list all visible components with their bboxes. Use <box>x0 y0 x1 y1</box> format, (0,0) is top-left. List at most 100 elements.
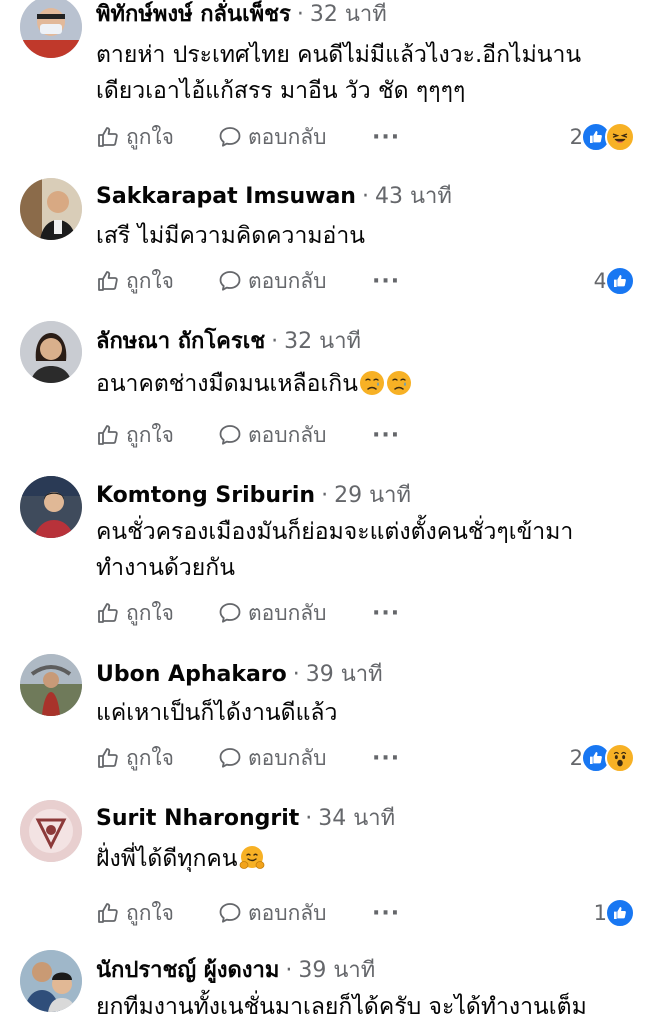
comment-actions: ถูกใจ ตอบกลับ ··· <box>96 121 400 153</box>
comment-actions: ถูกใจ ตอบกลับ ··· <box>96 419 400 451</box>
comment-actions: ถูกใจ ตอบกลับ ··· <box>96 265 400 297</box>
comment-header: Komtong Sriburin · 29 นาที <box>96 481 411 511</box>
crying-face-icon <box>386 371 411 395</box>
thumbs-up-icon <box>98 425 118 445</box>
like-button[interactable]: ถูกใจ <box>96 121 218 154</box>
like-button[interactable]: ถูกใจ <box>96 742 218 775</box>
hugging-face-icon <box>239 846 264 869</box>
comment-author[interactable]: Komtong Sriburin <box>96 483 315 508</box>
separator-dot: · <box>321 483 329 508</box>
comment-header: Surit Nharongrit · 34 นาที <box>96 804 395 834</box>
separator-dot: · <box>285 958 293 983</box>
like-label: ถูกใจ <box>126 600 174 625</box>
like-button[interactable]: ถูกใจ <box>96 897 218 930</box>
avatar[interactable] <box>20 654 82 716</box>
reply-label: ตอบกลับ <box>248 900 327 925</box>
separator-dot: · <box>271 329 279 354</box>
comment-header: พิทักษ์พงษ์ กลั่นเพ็ชร · 32 นาที <box>96 0 387 30</box>
more-options-button[interactable]: ··· <box>372 423 400 448</box>
wow-reaction-icon <box>605 743 635 773</box>
comment-text: ยกทีมงานทั้งเนชั่นมาเลยก็ได้ครับ จะได้ทำ… <box>96 989 636 1025</box>
comment-author[interactable]: นักปราชญ์ ผู้งดงาม <box>96 958 279 983</box>
comment-text-line: แค่เหาเป็นก็ได้งานดีแล้ว <box>96 700 338 726</box>
more-options-button[interactable]: ··· <box>372 269 400 294</box>
comment-timestamp[interactable]: 29 นาที <box>334 483 411 508</box>
avatar[interactable] <box>20 321 82 383</box>
reply-button[interactable]: ตอบกลับ <box>218 597 372 630</box>
comment-author[interactable]: Surit Nharongrit <box>96 806 299 831</box>
comment-timestamp[interactable]: 32 นาที <box>310 2 387 27</box>
comment-timestamp[interactable]: 39 นาที <box>306 662 383 687</box>
reply-button[interactable]: ตอบกลับ <box>218 897 372 930</box>
comment-header: ลักษณา ถักโครเช · 32 นาที <box>96 327 361 357</box>
comment-text: ฝั่งพี่ได้ดีทุกคน <box>96 841 636 877</box>
comment-text: แค่เหาเป็นก็ได้งานดีแล้ว <box>96 695 636 731</box>
comment-timestamp[interactable]: 34 นาที <box>318 806 395 831</box>
avatar[interactable] <box>20 950 82 1012</box>
comment-text-line: คนชั่วครองเมืองมันก็ย่อมจะแต่งตั้งคนชั่ว… <box>96 519 574 545</box>
comment-author[interactable]: ลักษณา ถักโครเช <box>96 329 265 354</box>
separator-dot: · <box>292 662 300 687</box>
comment-text-line: ตายห่า ประเทศไทย คนดีไม่มีแล้วไงวะ.อีกไม… <box>96 42 582 68</box>
speech-bubble-icon <box>219 127 241 147</box>
speech-bubble-icon <box>219 271 241 291</box>
comment-timestamp[interactable]: 32 นาที <box>284 329 361 354</box>
reaction-summary[interactable]: 4 <box>594 265 635 297</box>
comment-timestamp[interactable]: 39 นาที <box>298 958 375 983</box>
comment-header: Sakkarapat Imsuwan · 43 นาที <box>96 182 452 212</box>
avatar[interactable] <box>20 476 82 538</box>
comment-text-line: ทำงานด้วยกัน <box>96 555 235 581</box>
more-options-button[interactable]: ··· <box>372 901 400 926</box>
comment-text: คนชั่วครองเมืองมันก็ย่อมจะแต่งตั้งคนชั่ว… <box>96 514 636 586</box>
separator-dot: · <box>305 806 313 831</box>
comment-actions: ถูกใจ ตอบกลับ ··· <box>96 897 400 929</box>
thumbs-up-icon <box>98 603 118 623</box>
reply-label: ตอบกลับ <box>248 268 327 293</box>
like-label: ถูกใจ <box>126 268 174 293</box>
comment-author[interactable]: พิทักษ์พงษ์ กลั่นเพ็ชร <box>96 2 291 27</box>
like-label: ถูกใจ <box>126 745 174 770</box>
speech-bubble-icon <box>219 903 241 923</box>
comment-actions: ถูกใจ ตอบกลับ ··· <box>96 742 400 774</box>
avatar[interactable] <box>20 800 82 862</box>
more-options-button[interactable]: ··· <box>372 746 400 771</box>
comment-actions: ถูกใจ ตอบกลับ ··· <box>96 597 400 629</box>
more-options-button[interactable]: ··· <box>372 601 400 626</box>
like-reaction-icon <box>605 898 635 928</box>
separator-dot: · <box>361 184 369 209</box>
speech-bubble-icon <box>219 748 241 768</box>
avatar[interactable] <box>20 0 82 58</box>
ellipsis-icon: ··· <box>372 745 401 771</box>
reaction-summary[interactable]: 2 <box>570 121 635 153</box>
reaction-summary[interactable]: 1 <box>594 897 635 929</box>
like-button[interactable]: ถูกใจ <box>96 265 218 298</box>
like-button[interactable]: ถูกใจ <box>96 597 218 630</box>
comment-timestamp[interactable]: 43 นาที <box>375 184 452 209</box>
like-button[interactable]: ถูกใจ <box>96 419 218 452</box>
reaction-summary[interactable]: 2 <box>570 742 635 774</box>
comment-author[interactable]: Ubon Aphakaro <box>96 662 287 687</box>
like-label: ถูกใจ <box>126 900 174 925</box>
thumbs-up-icon <box>98 127 118 147</box>
separator-dot: · <box>296 2 304 27</box>
comment-text-line: ฝั่งพี่ได้ดีทุกคน <box>96 841 636 877</box>
comment-text-line: อนาคตช่างมืดมนเหลือเกิน <box>96 366 636 402</box>
ellipsis-icon: ··· <box>372 268 401 294</box>
comment-text: เสรี ไม่มีความคิดความอ่าน <box>96 218 636 254</box>
more-options-button[interactable]: ··· <box>372 125 400 150</box>
speech-bubble-icon <box>219 603 241 623</box>
like-label: ถูกใจ <box>126 124 174 149</box>
avatar[interactable] <box>20 178 82 240</box>
reply-button[interactable]: ตอบกลับ <box>218 742 372 775</box>
ellipsis-icon: ··· <box>372 600 401 626</box>
comment-text-line: เสรี ไม่มีความคิดความอ่าน <box>96 223 365 249</box>
ellipsis-icon: ··· <box>372 900 401 926</box>
like-reaction-icon <box>605 266 635 296</box>
reply-button[interactable]: ตอบกลับ <box>218 419 372 452</box>
reply-button[interactable]: ตอบกลับ <box>218 121 372 154</box>
reply-button[interactable]: ตอบกลับ <box>218 265 372 298</box>
comment-author[interactable]: Sakkarapat Imsuwan <box>96 184 356 209</box>
reply-label: ตอบกลับ <box>248 422 327 447</box>
comment-text-line: ยกทีมงานทั้งเนชั่นมาเลยก็ได้ครับ จะได้ทำ… <box>96 994 587 1020</box>
comment-text-line: เดียวเอาไอ้แก้สรร มาอีน วัว ชัด ๆๆๆๆ <box>96 78 466 104</box>
